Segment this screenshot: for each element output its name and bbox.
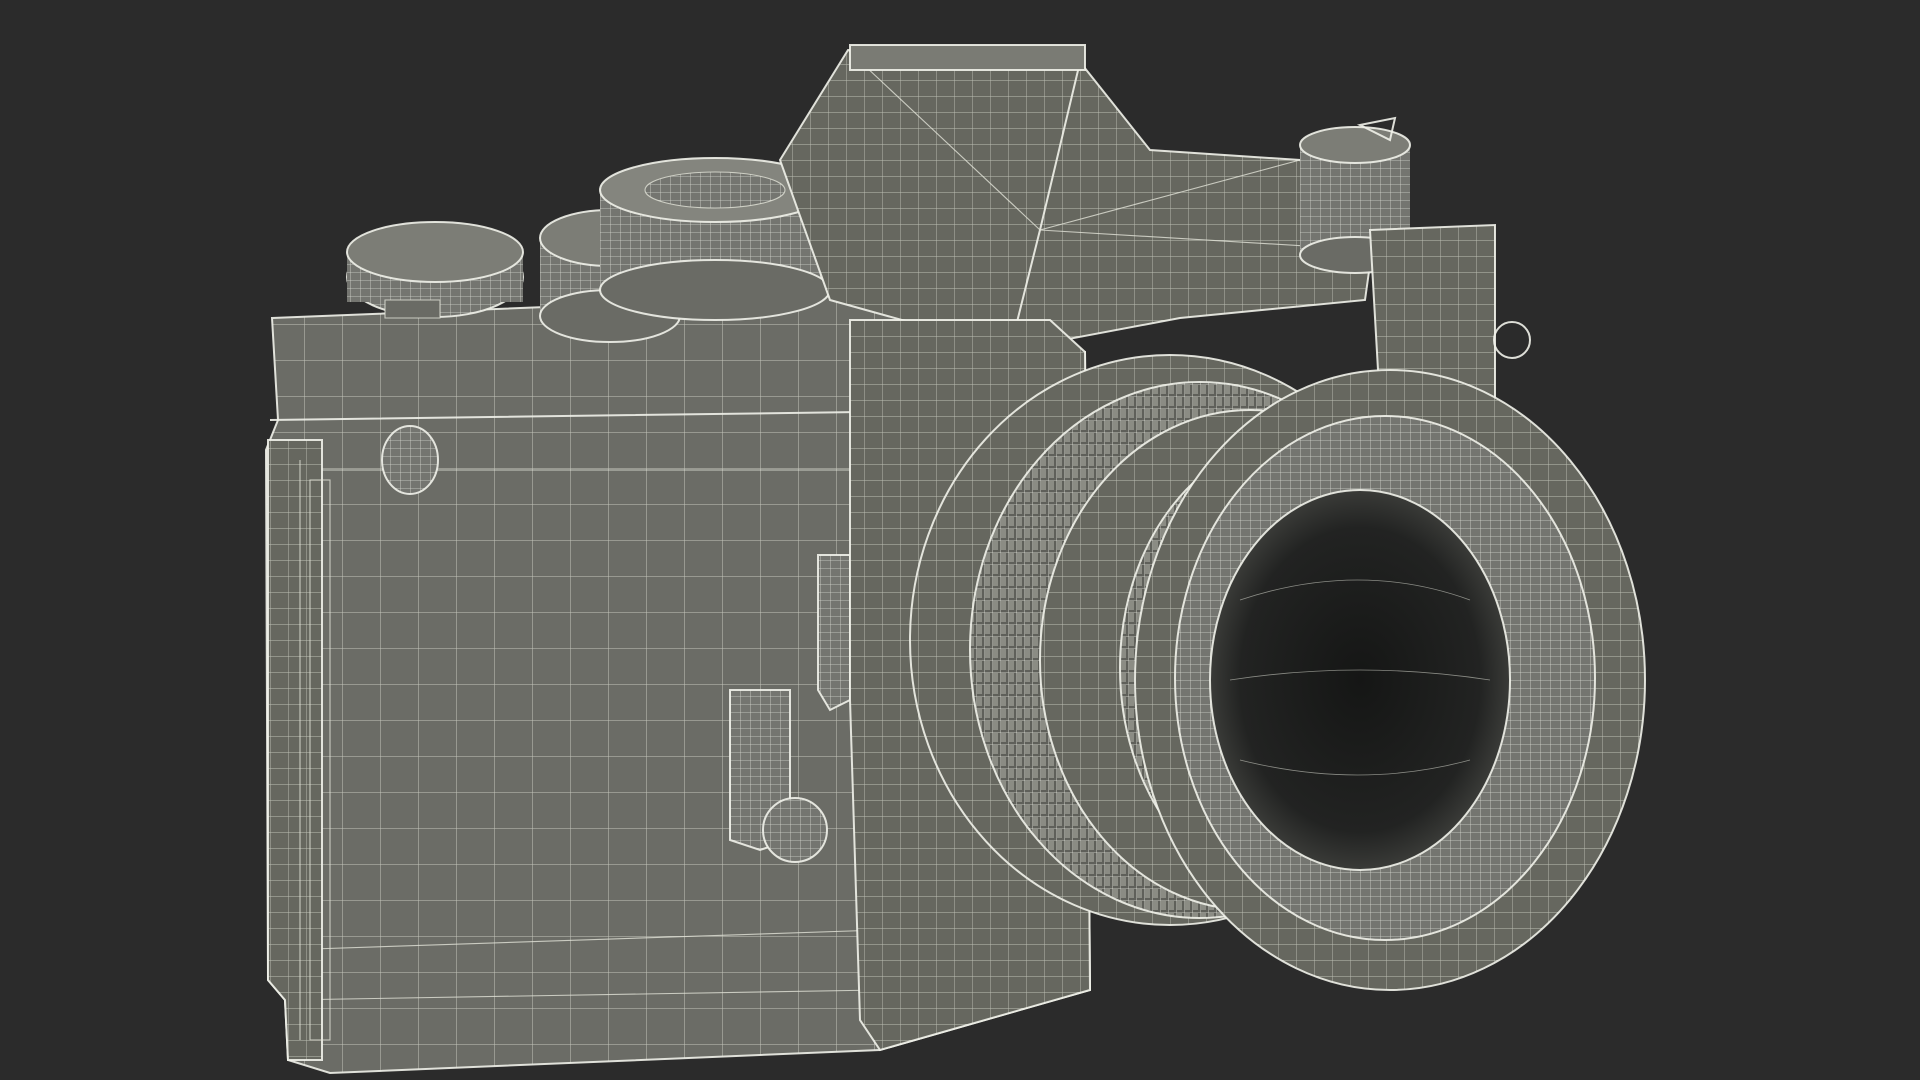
right-dial-cluster (1299, 116, 1531, 407)
render-viewport (0, 0, 1920, 1080)
left-dial-cluster (346, 221, 524, 319)
lens-aperture (1209, 489, 1511, 871)
camera-side-panel (267, 439, 331, 1061)
prism-housing (778, 44, 1374, 352)
lens-release-lever (817, 554, 851, 712)
camera-wireframe-render (264, 44, 1646, 1075)
body-knob-left (381, 425, 439, 495)
